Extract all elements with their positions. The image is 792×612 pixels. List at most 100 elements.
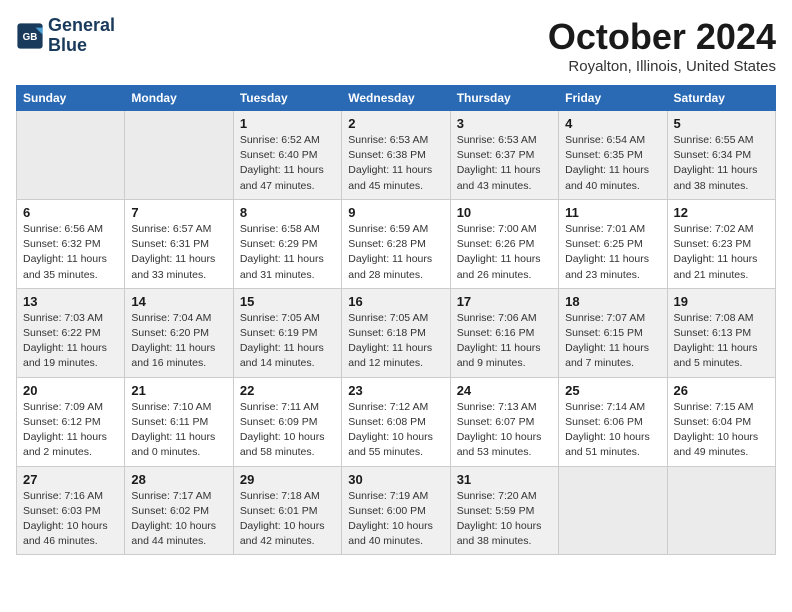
calendar-day-cell: 21 Sunrise: 7:10 AM Sunset: 6:11 PM Dayli… [125, 377, 233, 466]
day-info: Sunrise: 7:05 AM Sunset: 6:18 PM Dayligh… [348, 311, 443, 372]
calendar-day-cell: 9Sunrise: 6:59 AM Sunset: 6:28 PM Daylig… [342, 199, 450, 288]
day-number: 1 [240, 116, 335, 131]
day-info: Sunrise: 7:05 AM Sunset: 6:19 PM Dayligh… [240, 311, 335, 372]
weekday-header: Wednesday [342, 86, 450, 111]
calendar-week-row: 13 Sunrise: 7:03 AM Sunset: 6:22 PM Dayli… [17, 288, 776, 377]
day-info: Sunrise: 7:16 AM Sunset: 6:03 PM Dayligh… [23, 489, 118, 550]
day-info: Sunrise: 7:19 AM Sunset: 6:00 PM Dayligh… [348, 489, 443, 550]
day-info: Sunrise: 6:58 AM Sunset: 6:29 PM Dayligh… [240, 222, 335, 283]
calendar-day-cell: 12Sunrise: 7:02 AM Sunset: 6:23 PM Dayli… [667, 199, 775, 288]
day-info: Sunrise: 7:08 AM Sunset: 6:13 PM Dayligh… [674, 311, 769, 372]
calendar-day-cell: 8 Sunrise: 6:58 AM Sunset: 6:29 PM Daylig… [233, 199, 341, 288]
day-number: 5 [674, 116, 769, 131]
weekday-header: Monday [125, 86, 233, 111]
day-info: Sunrise: 7:06 AM Sunset: 6:16 PM Dayligh… [457, 311, 552, 372]
calendar-day-cell: 22 Sunrise: 7:11 AM Sunset: 6:09 PM Dayli… [233, 377, 341, 466]
logo-icon: GB [16, 22, 44, 50]
day-number: 18 [565, 294, 660, 309]
calendar-day-cell [559, 466, 667, 555]
day-number: 8 [240, 205, 335, 220]
day-info: Sunrise: 7:15 AM Sunset: 6:04 PM Dayligh… [674, 400, 769, 461]
calendar-day-cell: 19 Sunrise: 7:08 AM Sunset: 6:13 PM Dayli… [667, 288, 775, 377]
calendar-day-cell: 16 Sunrise: 7:05 AM Sunset: 6:18 PM Dayli… [342, 288, 450, 377]
calendar-day-cell: 23 Sunrise: 7:12 AM Sunset: 6:08 PM Dayli… [342, 377, 450, 466]
day-number: 11 [565, 205, 660, 220]
day-info: Sunrise: 7:20 AM Sunset: 5:59 PM Dayligh… [457, 489, 552, 550]
day-number: 4 [565, 116, 660, 131]
day-info: Sunrise: 7:14 AM Sunset: 6:06 PM Dayligh… [565, 400, 660, 461]
day-number: 25 [565, 383, 660, 398]
weekday-header: Thursday [450, 86, 558, 111]
calendar-day-cell: 18Sunrise: 7:07 AM Sunset: 6:15 PM Dayli… [559, 288, 667, 377]
calendar-day-cell: 3Sunrise: 6:53 AM Sunset: 6:37 PM Daylig… [450, 111, 558, 200]
day-number: 13 [23, 294, 118, 309]
calendar-day-cell: 7Sunrise: 6:57 AM Sunset: 6:31 PM Daylig… [125, 199, 233, 288]
calendar-day-cell [667, 466, 775, 555]
day-number: 26 [674, 383, 769, 398]
day-number: 10 [457, 205, 552, 220]
weekday-header: Tuesday [233, 86, 341, 111]
day-number: 19 [674, 294, 769, 309]
day-number: 2 [348, 116, 443, 131]
location-title: Royalton, Illinois, United States [548, 58, 776, 75]
day-number: 28 [131, 472, 226, 487]
day-info: Sunrise: 7:17 AM Sunset: 6:02 PM Dayligh… [131, 489, 226, 550]
day-info: Sunrise: 7:10 AM Sunset: 6:11 PM Dayligh… [131, 400, 226, 461]
day-info: Sunrise: 7:18 AM Sunset: 6:01 PM Dayligh… [240, 489, 335, 550]
day-info: Sunrise: 7:12 AM Sunset: 6:08 PM Dayligh… [348, 400, 443, 461]
calendar-day-cell: 27 Sunrise: 7:16 AM Sunset: 6:03 PM Dayli… [17, 466, 125, 555]
day-info: Sunrise: 7:01 AM Sunset: 6:25 PM Dayligh… [565, 222, 660, 283]
calendar-day-cell: 25 Sunrise: 7:14 AM Sunset: 6:06 PM Dayli… [559, 377, 667, 466]
day-number: 24 [457, 383, 552, 398]
day-info: Sunrise: 6:53 AM Sunset: 6:37 PM Dayligh… [457, 133, 552, 194]
calendar-week-row: 6 Sunrise: 6:56 AM Sunset: 6:32 PM Daylig… [17, 199, 776, 288]
logo: GB General Blue [16, 16, 115, 56]
day-info: Sunrise: 6:55 AM Sunset: 6:34 PM Dayligh… [674, 133, 769, 194]
calendar-day-cell [17, 111, 125, 200]
calendar-day-cell [125, 111, 233, 200]
day-number: 23 [348, 383, 443, 398]
day-number: 30 [348, 472, 443, 487]
calendar-day-cell: 4 Sunrise: 6:54 AM Sunset: 6:35 PM Daylig… [559, 111, 667, 200]
day-info: Sunrise: 7:02 AM Sunset: 6:23 PM Dayligh… [674, 222, 769, 283]
calendar-day-cell: 28 Sunrise: 7:17 AM Sunset: 6:02 PM Dayli… [125, 466, 233, 555]
calendar-day-cell: 15Sunrise: 7:05 AM Sunset: 6:19 PM Dayli… [233, 288, 341, 377]
day-info: Sunrise: 6:54 AM Sunset: 6:35 PM Dayligh… [565, 133, 660, 194]
day-number: 6 [23, 205, 118, 220]
weekday-header: Sunday [17, 86, 125, 111]
day-number: 21 [131, 383, 226, 398]
day-number: 16 [348, 294, 443, 309]
calendar-header-row: SundayMondayTuesdayWednesdayThursdayFrid… [17, 86, 776, 111]
calendar-day-cell: 20 Sunrise: 7:09 AM Sunset: 6:12 PM Dayli… [17, 377, 125, 466]
calendar-day-cell: 10 Sunrise: 7:00 AM Sunset: 6:26 PM Dayli… [450, 199, 558, 288]
day-info: Sunrise: 6:56 AM Sunset: 6:32 PM Dayligh… [23, 222, 118, 283]
day-info: Sunrise: 6:53 AM Sunset: 6:38 PM Dayligh… [348, 133, 443, 194]
day-number: 20 [23, 383, 118, 398]
day-number: 17 [457, 294, 552, 309]
title-block: October 2024 Royalton, Illinois, United … [548, 16, 776, 75]
calendar-day-cell: 6 Sunrise: 6:56 AM Sunset: 6:32 PM Daylig… [17, 199, 125, 288]
day-info: Sunrise: 7:00 AM Sunset: 6:26 PM Dayligh… [457, 222, 552, 283]
calendar-day-cell: 31 Sunrise: 7:20 AM Sunset: 5:59 PM Dayli… [450, 466, 558, 555]
calendar-day-cell: 30 Sunrise: 7:19 AM Sunset: 6:00 PM Dayli… [342, 466, 450, 555]
day-number: 31 [457, 472, 552, 487]
day-info: Sunrise: 6:57 AM Sunset: 6:31 PM Dayligh… [131, 222, 226, 283]
day-number: 14 [131, 294, 226, 309]
day-number: 22 [240, 383, 335, 398]
day-number: 29 [240, 472, 335, 487]
calendar-day-cell: 1 Sunrise: 6:52 AM Sunset: 6:40 PM Daylig… [233, 111, 341, 200]
calendar-week-row: 1 Sunrise: 6:52 AM Sunset: 6:40 PM Daylig… [17, 111, 776, 200]
day-info: Sunrise: 7:11 AM Sunset: 6:09 PM Dayligh… [240, 400, 335, 461]
calendar-day-cell: 26 Sunrise: 7:15 AM Sunset: 6:04 PM Dayli… [667, 377, 775, 466]
day-info: Sunrise: 7:03 AM Sunset: 6:22 PM Dayligh… [23, 311, 118, 372]
calendar-day-cell: 24Sunrise: 7:13 AM Sunset: 6:07 PM Dayli… [450, 377, 558, 466]
calendar-week-row: 20 Sunrise: 7:09 AM Sunset: 6:12 PM Dayli… [17, 377, 776, 466]
weekday-header: Friday [559, 86, 667, 111]
day-number: 27 [23, 472, 118, 487]
calendar-day-cell: 29 Sunrise: 7:18 AM Sunset: 6:01 PM Dayli… [233, 466, 341, 555]
calendar-table: SundayMondayTuesdayWednesdayThursdayFrid… [16, 85, 776, 555]
calendar-day-cell: 14Sunrise: 7:04 AM Sunset: 6:20 PM Dayli… [125, 288, 233, 377]
day-info: Sunrise: 6:52 AM Sunset: 6:40 PM Dayligh… [240, 133, 335, 194]
day-info: Sunrise: 7:09 AM Sunset: 6:12 PM Dayligh… [23, 400, 118, 461]
calendar-week-row: 27 Sunrise: 7:16 AM Sunset: 6:03 PM Dayli… [17, 466, 776, 555]
